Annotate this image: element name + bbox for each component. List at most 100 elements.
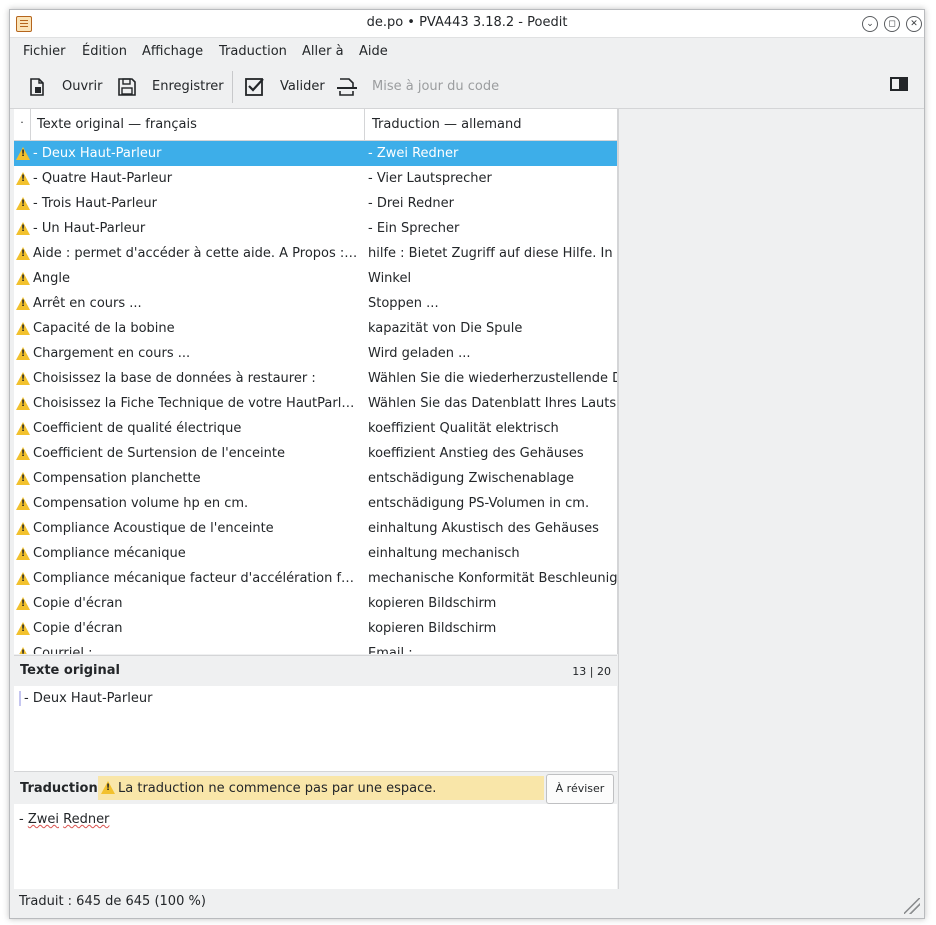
- translation-list[interactable]: · Texte original — français Traduction —…: [14, 109, 618, 654]
- table-row[interactable]: - Deux Haut-Parleur - Zwei Redner: [14, 141, 617, 166]
- table-row[interactable]: - Trois Haut-Parleur - Drei Redner: [14, 191, 617, 216]
- source-cell: - Un Haut-Parleur: [33, 221, 146, 236]
- translation-cell: kopieren Bildschirm: [368, 596, 497, 611]
- resize-grip-icon[interactable]: [904, 898, 920, 914]
- translation-warning-text: La traduction ne commence pas par une es…: [118, 781, 437, 796]
- warning-icon: [16, 322, 30, 335]
- translation-cell: entschädigung PS-Volumen in cm.: [368, 496, 590, 511]
- table-row[interactable]: Compliance mécanique einhaltung mechanisc…: [14, 541, 617, 566]
- translation-cell: - Ein Sprecher: [368, 221, 460, 236]
- translation-cell: - Vier Lautsprecher: [368, 171, 492, 186]
- menu-aller-a[interactable]: Aller à: [302, 44, 344, 59]
- table-row[interactable]: Capacité de la bobine kapazität von Die S…: [14, 316, 617, 341]
- table-row[interactable]: Choisissez la Fiche Technique de votre H…: [14, 391, 617, 416]
- table-row[interactable]: Chargement en cours ... Wird geladen ...: [14, 341, 617, 366]
- update-label: Mise à jour du code: [372, 79, 500, 94]
- warning-icon: [16, 372, 30, 385]
- table-row[interactable]: Coefficient de Surtension de l'enceinte k…: [14, 441, 617, 466]
- needs-review-button[interactable]: À réviser: [546, 774, 614, 804]
- checkbox-check-icon: [244, 76, 266, 98]
- menu-affichage[interactable]: Affichage: [142, 44, 203, 59]
- column-divider[interactable]: [364, 109, 365, 140]
- warning-icon: [101, 781, 115, 794]
- translation-editor[interactable]: - Zwei Redner: [14, 804, 617, 889]
- save-icon: [116, 76, 138, 98]
- column-source-header[interactable]: Texte original — français: [37, 117, 197, 132]
- menu-bar: Fichier Édition Affichage Traduction All…: [10, 38, 924, 64]
- table-row[interactable]: Angle Winkel: [14, 266, 617, 291]
- translation-cell: Wird geladen ...: [368, 346, 471, 361]
- table-row[interactable]: Compensation volume hp en cm. entschädigu…: [14, 491, 617, 516]
- status-bar: Traduit : 645 de 645 (100 %): [10, 890, 924, 918]
- validate-button[interactable]: Valider: [244, 65, 325, 108]
- column-translation-header[interactable]: Traduction — allemand: [372, 117, 521, 132]
- title-bar[interactable]: de.po • PVA443 3.18.2 - Poedit ⌄ ◻ ✕: [10, 10, 924, 38]
- translation-cell: kopieren Bildschirm: [368, 621, 497, 636]
- source-cell: Copie d'écran: [33, 621, 123, 636]
- source-text-view[interactable]: - Deux Haut-Parleur: [14, 686, 617, 771]
- table-row[interactable]: - Quatre Haut-Parleur - Vier Lautsprecher: [14, 166, 617, 191]
- table-row[interactable]: Choisissez la base de données à restaure…: [14, 366, 617, 391]
- menu-aide[interactable]: Aide: [359, 44, 388, 59]
- source-cell: - Quatre Haut-Parleur: [33, 171, 173, 186]
- save-label: Enregistrer: [152, 79, 224, 94]
- open-button[interactable]: Ouvrir: [26, 65, 102, 108]
- warning-icon: [16, 597, 30, 610]
- translation-cell: entschädigung Zwischenablage: [368, 471, 575, 486]
- warning-icon: [16, 497, 30, 510]
- open-file-icon: [26, 76, 48, 98]
- table-row[interactable]: Copie d'écran kopieren Bildschirm: [14, 591, 617, 616]
- save-button[interactable]: Enregistrer: [116, 65, 224, 108]
- list-rows: - Deux Haut-Parleur - Zwei Redner - Quatr…: [14, 141, 617, 654]
- menu-traduction[interactable]: Traduction: [219, 44, 287, 59]
- source-cell: Courriel :: [33, 646, 93, 654]
- source-cell: Compliance Acoustique de l'enceinte: [33, 521, 274, 536]
- toolbar: Ouvrir Enregistrer Valider Mise à jour d…: [10, 65, 924, 109]
- maximize-icon[interactable]: ◻: [884, 16, 900, 32]
- update-from-code-button[interactable]: Mise à jour du code: [336, 65, 499, 108]
- table-row[interactable]: Compensation planchette entschädigung Zwi…: [14, 466, 617, 491]
- translation-text: - Zwei Redner: [19, 812, 110, 827]
- header-dot[interactable]: ·: [14, 109, 31, 140]
- sidebar-toggle-icon[interactable]: [890, 77, 908, 91]
- open-label: Ouvrir: [62, 79, 103, 94]
- table-row[interactable]: Compliance Acoustique de l'enceinte einha…: [14, 516, 617, 541]
- warning-icon: [16, 347, 30, 360]
- close-icon[interactable]: ✕: [906, 16, 922, 32]
- translation-cell: Wählen Sie das Datenblatt Ihres Lautspre: [368, 396, 617, 411]
- translation-cell: mechanische Konformität Beschleunigur: [368, 571, 617, 586]
- warning-icon: [16, 172, 30, 185]
- table-row[interactable]: Aide : permet d'accéder à cette aide. A …: [14, 241, 617, 266]
- table-row[interactable]: Coefficient de qualité électrique koeffiz…: [14, 416, 617, 441]
- warning-icon: [16, 472, 30, 485]
- translation-cell: hilfe : Bietet Zugriff auf diese Hilfe. …: [368, 246, 617, 261]
- source-cell: Choisissez la base de données à restaure…: [33, 371, 316, 386]
- source-cell: Aide : permet d'accéder à cette aide. A …: [33, 246, 359, 261]
- warning-icon: [16, 422, 30, 435]
- warning-icon: [16, 547, 30, 560]
- menu-fichier[interactable]: Fichier: [23, 44, 66, 59]
- window-title: de.po • PVA443 3.18.2 - Poedit: [366, 15, 568, 30]
- sidebar-panel: [618, 109, 924, 889]
- table-row[interactable]: Courriel : Email :: [14, 641, 617, 654]
- table-row[interactable]: Arrêt en cours ... Stoppen ...: [14, 291, 617, 316]
- status-text: Traduit : 645 de 645 (100 %): [19, 894, 206, 909]
- menu-edition[interactable]: Édition: [82, 44, 127, 59]
- table-row[interactable]: - Un Haut-Parleur - Ein Sprecher: [14, 216, 617, 241]
- source-text: - Deux Haut-Parleur: [19, 691, 152, 706]
- warning-icon: [16, 522, 30, 535]
- translation-cell: einhaltung mechanisch: [368, 546, 520, 561]
- source-cell: Coefficient de qualité électrique: [33, 421, 242, 436]
- translation-cell: Email :: [368, 646, 413, 654]
- translation-cell: kapazität von Die Spule: [368, 321, 523, 336]
- table-row[interactable]: Compliance mécanique facteur d'accélérat…: [14, 566, 617, 591]
- source-panel-header: Texte original 13 | 20: [14, 655, 617, 687]
- warning-icon: [16, 147, 30, 160]
- warning-icon: [16, 447, 30, 460]
- poedit-window: de.po • PVA443 3.18.2 - Poedit ⌄ ◻ ✕ Fic…: [9, 9, 925, 919]
- warning-icon: [16, 272, 30, 285]
- warning-icon: [16, 297, 30, 310]
- source-cell: Capacité de la bobine: [33, 321, 175, 336]
- minimize-icon[interactable]: ⌄: [862, 16, 878, 32]
- table-row[interactable]: Copie d'écran kopieren Bildschirm: [14, 616, 617, 641]
